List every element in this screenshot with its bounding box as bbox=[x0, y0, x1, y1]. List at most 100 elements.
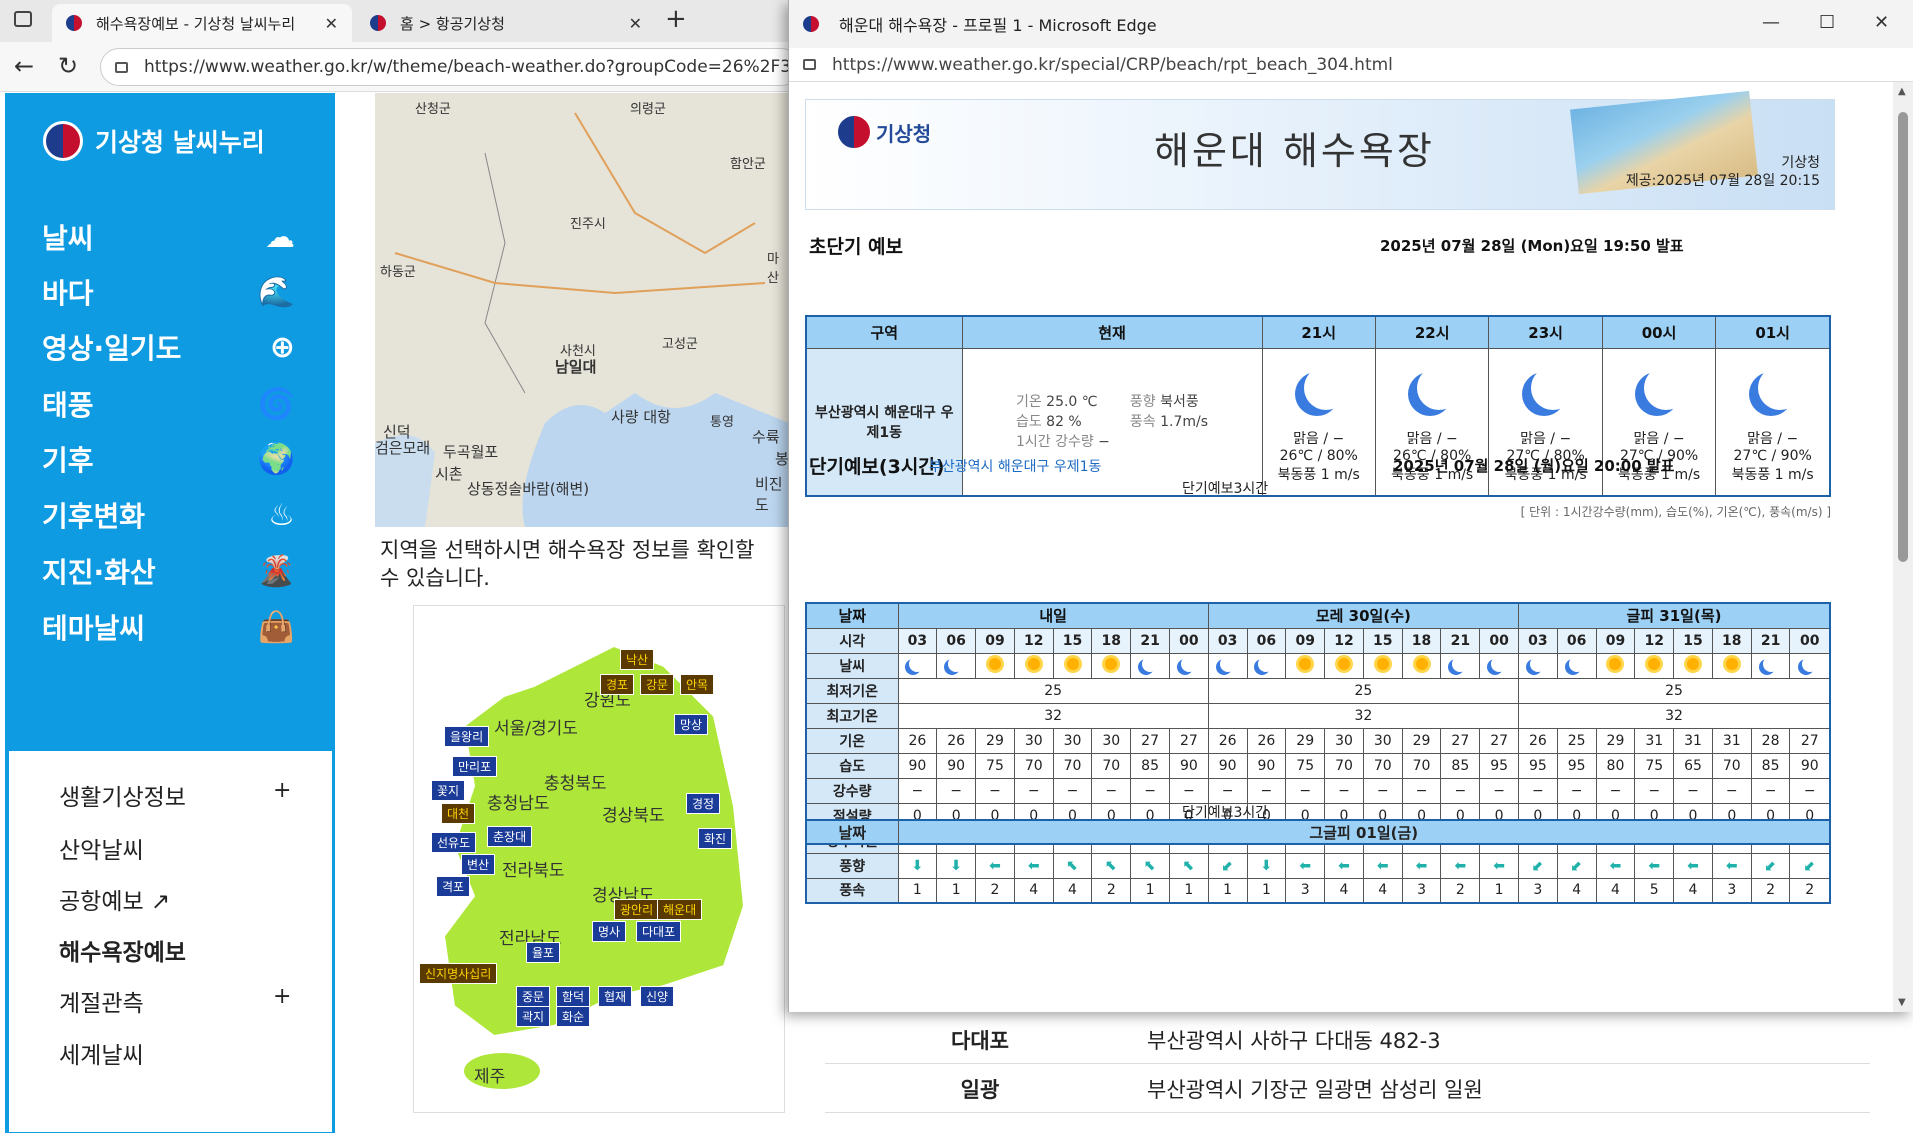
beach-button[interactable]: 경정 bbox=[686, 793, 721, 814]
menu-label: 영상·일기도 bbox=[42, 332, 182, 365]
beach-button[interactable]: 강문 bbox=[640, 674, 675, 695]
hours-cell: 00 bbox=[1789, 627, 1831, 654]
beach-button[interactable]: 대천 bbox=[441, 803, 476, 824]
province-label[interactable]: 전라북도 bbox=[502, 856, 565, 881]
beach-button[interactable]: 함덕 bbox=[556, 986, 591, 1007]
region-map[interactable]: 산청군 의령군 함안군 진주시 하동군 사천시 남일대 고성군 사량 대항 신덕… bbox=[375, 93, 789, 527]
url-field[interactable]: https://www.weather.go.kr/w/theme/beach-… bbox=[100, 48, 800, 86]
beach-button[interactable]: 낙산 bbox=[620, 649, 655, 670]
beach-button[interactable]: 다대포 bbox=[636, 921, 682, 942]
beach-table-row[interactable]: 일광 부산광역시 기장군 일광면 삼성리 일원 bbox=[825, 1065, 1870, 1113]
beach-button[interactable]: 안목 bbox=[680, 674, 715, 695]
beach-button[interactable]: 을왕리 bbox=[444, 726, 490, 747]
popup-url-bar[interactable]: https://www.weather.go.kr/special/CRP/be… bbox=[789, 48, 1913, 82]
map-label: 하동군 bbox=[380, 265, 416, 280]
scroll-thumb[interactable] bbox=[1898, 112, 1908, 562]
beach-button[interactable]: 경포 bbox=[600, 674, 635, 695]
province-label[interactable]: 경상북도 bbox=[602, 801, 665, 826]
menu-sea[interactable]: 바다 🌊 bbox=[5, 263, 335, 321]
rain-cell: − bbox=[1634, 777, 1675, 804]
map-label: 진주시 bbox=[570, 217, 606, 232]
weather-cell bbox=[1595, 652, 1636, 679]
back-icon[interactable]: ← bbox=[14, 52, 34, 80]
weather-cell bbox=[1556, 652, 1597, 679]
close-icon[interactable]: ✕ bbox=[1874, 12, 1889, 33]
minimize-icon[interactable]: — bbox=[1762, 12, 1780, 33]
forecast-row: 기온 26 26 29 30 30 30 27 27 26 26 29 30 30 29 27 27 26 25 29… bbox=[805, 727, 1831, 754]
short-region[interactable]: 부산광역시 해운대구 우제1동 bbox=[929, 456, 1101, 476]
beach-button[interactable]: 변산 bbox=[461, 854, 496, 875]
beach-button[interactable]: 율포 bbox=[526, 942, 561, 963]
beach-button[interactable]: 중문 bbox=[516, 986, 551, 1007]
province-label[interactable]: 서울/경기도 bbox=[494, 714, 578, 739]
map-label[interactable]: 시촌 bbox=[435, 463, 463, 484]
new-tab-button[interactable]: + bbox=[665, 4, 687, 34]
popup-scrollbar[interactable]: ▲ ▼ bbox=[1893, 82, 1913, 1012]
submenu-season[interactable]: 계절관측 + bbox=[59, 984, 291, 1018]
beach-button[interactable]: 화진 bbox=[698, 828, 733, 849]
menu-earthquake[interactable]: 지진·화산 🌋 bbox=[5, 542, 335, 600]
submenu-beach[interactable]: 해수욕장예보 bbox=[47, 933, 195, 973]
map-label[interactable]: 수륙 bbox=[752, 426, 780, 447]
weather-cell bbox=[1673, 652, 1713, 679]
beach-button[interactable]: 꽃지 bbox=[431, 780, 466, 801]
menu-climate-change[interactable]: 기후변화 ♨ bbox=[5, 486, 335, 544]
submenu-mountain[interactable]: 산악날씨 bbox=[59, 831, 144, 865]
rain-cell: − bbox=[1013, 777, 1054, 804]
beach-button[interactable]: 격포 bbox=[436, 876, 471, 897]
beach-button[interactable]: 만리포 bbox=[452, 756, 498, 777]
tab-close-icon[interactable]: ✕ bbox=[325, 14, 338, 33]
map-label[interactable]: 비진도 bbox=[755, 473, 789, 515]
beach-button[interactable]: 화순 bbox=[556, 1006, 591, 1027]
expand-icon[interactable]: + bbox=[273, 778, 291, 803]
tab-close-icon[interactable]: ✕ bbox=[629, 14, 642, 33]
wind-arrow-icon: ⬉ bbox=[1130, 852, 1170, 879]
menu-climate[interactable]: 기후 🌍 bbox=[5, 430, 335, 488]
map-label[interactable]: 검은모래 bbox=[375, 437, 430, 458]
refresh-icon[interactable]: ↻ bbox=[58, 52, 78, 80]
menu-weather[interactable]: 날씨 ☁ bbox=[5, 208, 335, 266]
map-label[interactable]: 상동정솔바람(해변) bbox=[467, 478, 589, 499]
map-label: 마산 bbox=[767, 252, 779, 286]
site-logo[interactable]: 기상청 날씨누리 bbox=[43, 121, 265, 161]
beach-button[interactable]: 명사 bbox=[592, 921, 627, 942]
menu-imagery[interactable]: 영상·일기도 ⊕ bbox=[5, 318, 335, 376]
row-header: 날짜 bbox=[805, 602, 899, 629]
submenu-life[interactable]: 생활기상정보 + bbox=[59, 778, 291, 812]
scroll-down-icon[interactable]: ▼ bbox=[1898, 997, 1906, 1008]
map-label[interactable]: 사량 대항 bbox=[611, 406, 671, 427]
menu-typhoon[interactable]: 태풍 🌀 bbox=[5, 375, 335, 433]
submenu-airport[interactable]: 공항예보 ↗ bbox=[59, 882, 170, 916]
province-label[interactable]: 제주 bbox=[474, 1062, 505, 1087]
beach-button[interactable]: 곽지 bbox=[516, 1006, 551, 1027]
beach-table-row[interactable]: 다대포 부산광역시 사하구 다대동 482-3 bbox=[825, 1016, 1870, 1064]
expand-icon[interactable]: + bbox=[273, 984, 291, 1009]
beach-button[interactable]: 망상 bbox=[674, 714, 709, 735]
bag-icon: 👜 bbox=[257, 609, 295, 645]
tab-beach-forecast[interactable]: 해수욕장예보 - 기상청 날씨누리 ✕ bbox=[52, 4, 352, 42]
maximize-icon[interactable]: ☐ bbox=[1819, 12, 1835, 33]
tab-aviation[interactable]: 홈 > 항공기상청 ✕ bbox=[356, 4, 656, 42]
beach-button[interactable]: 해운대 bbox=[657, 899, 703, 920]
province-label[interactable]: 충청남도 bbox=[487, 789, 550, 814]
beach-button[interactable]: 광안리 bbox=[614, 899, 660, 920]
beach-button[interactable]: 협재 bbox=[598, 986, 633, 1007]
map-label[interactable]: 봉 bbox=[775, 448, 789, 469]
tab-actions-icon[interactable] bbox=[14, 11, 32, 27]
menu-theme[interactable]: 테마날씨 👜 bbox=[5, 598, 335, 656]
table-caption: 단기예보3시간 bbox=[1182, 481, 1269, 497]
hours-cell: 09 bbox=[1285, 627, 1326, 654]
map-label[interactable]: 남일대 bbox=[555, 356, 596, 377]
beach-button[interactable]: 신지명사십리 bbox=[419, 963, 498, 984]
province-label[interactable]: 충청북도 bbox=[544, 769, 607, 794]
beach-button[interactable]: 선유도 bbox=[431, 832, 477, 853]
popup-titlebar[interactable]: 해운대 해수욕장 - 프로필 1 - Microsoft Edge — ☐ ✕ bbox=[789, 0, 1913, 48]
forecast-row: 풍속 1 1 2 4 4 2 1 1 1 1 3 4 4 3 2 1 3 4 4 5 4 3 2 2 bbox=[805, 877, 1831, 904]
scroll-up-icon[interactable]: ▲ bbox=[1898, 86, 1906, 97]
submenu-world[interactable]: 세계날씨 bbox=[59, 1036, 144, 1070]
beach-button[interactable]: 춘장대 bbox=[487, 826, 533, 847]
map-label[interactable]: 두곡월포 bbox=[443, 441, 498, 462]
hours-cell: 00 bbox=[1168, 627, 1209, 654]
wind-arrow-icon: ⬅ bbox=[975, 852, 1015, 879]
beach-button[interactable]: 신양 bbox=[640, 986, 675, 1007]
